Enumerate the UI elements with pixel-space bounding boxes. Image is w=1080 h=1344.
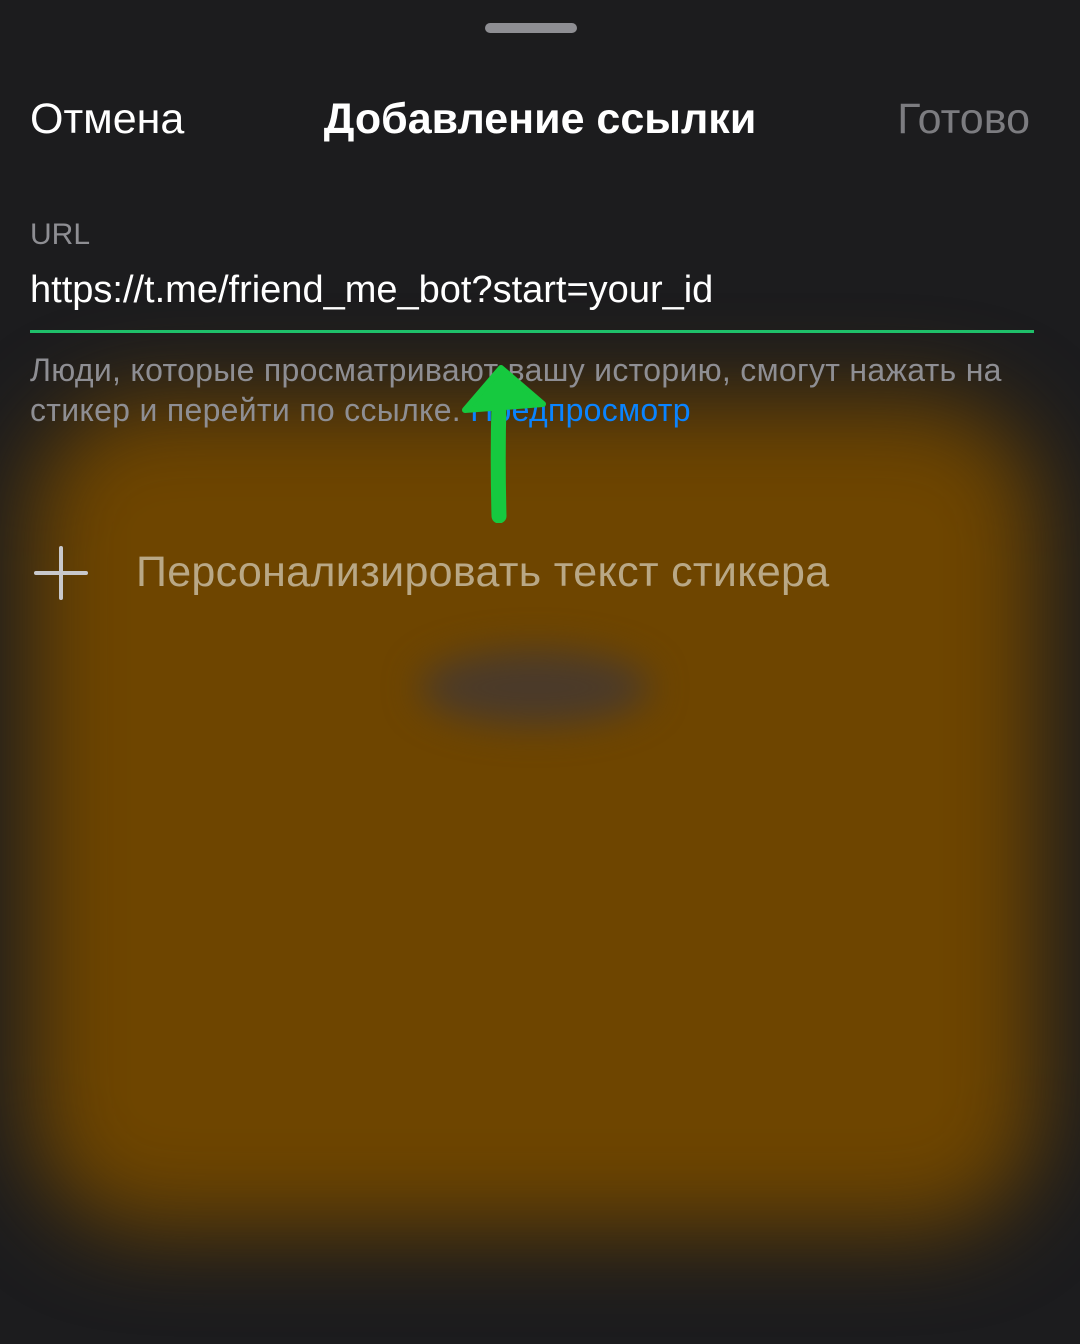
sheet-grabber-handle[interactable]	[485, 23, 577, 33]
add-link-sheet: Добавление ссылки Отмена Готово URL Люди…	[0, 0, 1080, 1344]
arrow-up-icon	[462, 365, 546, 523]
done-button[interactable]: Готово	[897, 95, 1030, 144]
plus-icon	[34, 546, 88, 600]
url-input[interactable]	[30, 262, 1030, 318]
sheet-header: Добавление ссылки Отмена Готово	[0, 95, 1080, 147]
url-field-label: URL	[30, 218, 91, 251]
customize-sticker-text-label: Персонализировать текст стикера	[136, 548, 830, 596]
customize-sticker-text-button[interactable]: Персонализировать текст стикера	[30, 540, 1030, 610]
sticker-preview-glow	[30, 400, 1040, 1230]
cancel-button[interactable]: Отмена	[30, 95, 184, 144]
sticker-preview-shadow	[420, 650, 650, 725]
url-input-underline	[30, 330, 1034, 333]
